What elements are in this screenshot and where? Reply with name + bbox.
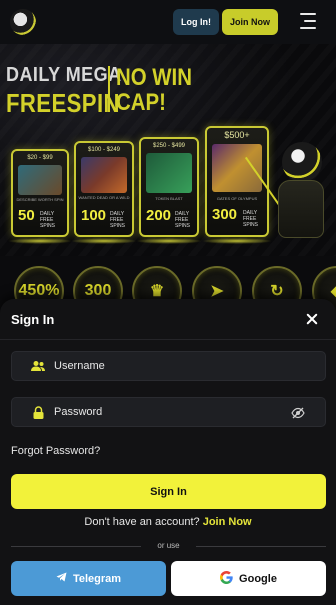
username-input[interactable] (54, 360, 294, 372)
card-price: $250 - $499 (152, 143, 186, 149)
card-glow (202, 238, 272, 244)
sheet-title: Sign In (11, 312, 55, 327)
card-art (146, 153, 192, 193)
telegram-icon (56, 572, 67, 585)
mascot-body (278, 180, 324, 238)
card-label: DAILY FREE SPINS (243, 210, 259, 228)
banner-divider (108, 66, 110, 112)
banner-line-2: FREESPIN (6, 88, 120, 118)
hide-password-icon[interactable] (291, 406, 305, 419)
top-header: Log In! Join Now (0, 0, 336, 44)
google-label: Google (239, 572, 277, 585)
card-caption: TOKEN BLAST (155, 196, 183, 201)
google-login-button[interactable]: Google (171, 561, 326, 596)
banner-line-4: CAP! (116, 89, 166, 116)
promo-card: $20 - $99 DESCRIBE WORTH SPIN 50 DAILY F… (11, 149, 69, 237)
brand-logo[interactable] (10, 9, 36, 35)
card-label: DAILY FREE SPINS (175, 211, 191, 229)
password-field[interactable] (11, 397, 326, 427)
banner-line-1: DAILY MEGA (6, 64, 122, 86)
card-caption: GATES OF OLYMPUS (216, 196, 258, 201)
card-count: 200 (146, 207, 172, 224)
banner-line-3: NO WIN (116, 64, 192, 91)
login-button[interactable]: Log In! (173, 9, 219, 35)
join-now-link[interactable]: Join Now (203, 516, 252, 528)
telegram-login-button[interactable]: Telegram (11, 561, 166, 596)
card-art (18, 165, 62, 195)
no-account-text: Don't have an account? (84, 516, 200, 528)
card-glow (136, 238, 202, 244)
no-account-row: Don't have an account? Join Now (0, 516, 336, 528)
card-count: 100 (81, 207, 107, 224)
hamburger-menu-icon[interactable] (300, 13, 316, 31)
close-icon[interactable] (304, 311, 320, 327)
sign-in-button[interactable]: Sign In (11, 474, 326, 509)
card-price: $500+ (224, 130, 250, 140)
password-input[interactable] (54, 406, 294, 418)
card-label: DAILY FREE SPINS (40, 211, 56, 229)
promo-card: $100 - $249 WANTED DEAD OR A WILD 100 DA… (74, 141, 134, 237)
username-field[interactable] (11, 351, 326, 381)
card-price: $100 - $249 (87, 147, 121, 153)
card-caption: WANTED DEAD OR A WILD (78, 195, 130, 200)
user-group-icon (30, 358, 46, 374)
mascot-helmet (282, 142, 322, 182)
page: Log In! Join Now DAILY MEGA FREESPIN NO … (0, 0, 336, 605)
card-count: 50 (18, 207, 35, 224)
card-count: 300 (212, 206, 238, 223)
card-glow (8, 238, 72, 244)
telegram-label: Telegram (72, 572, 122, 585)
lock-icon (30, 404, 46, 420)
or-use-divider: or use (11, 540, 326, 552)
join-now-button[interactable]: Join Now (222, 9, 278, 35)
card-art (81, 157, 127, 193)
google-icon (220, 570, 233, 587)
promo-card: $250 - $499 TOKEN BLAST 200 DAILY FREE S… (139, 137, 199, 237)
card-caption: DESCRIBE WORTH SPIN (16, 197, 64, 202)
card-label: DAILY FREE SPINS (110, 211, 126, 229)
promo-banner[interactable]: DAILY MEGA FREESPIN NO WIN CAP! $20 - $9… (0, 44, 336, 256)
forgot-password-link[interactable]: Forgot Password? (11, 445, 100, 457)
sheet-divider (0, 339, 336, 340)
promo-card: $500+ GATES OF OLYMPUS 300 DAILY FREE SP… (205, 126, 269, 237)
card-price: $20 - $99 (27, 155, 53, 161)
mascot-illustration (244, 142, 328, 242)
card-glow (71, 238, 137, 244)
